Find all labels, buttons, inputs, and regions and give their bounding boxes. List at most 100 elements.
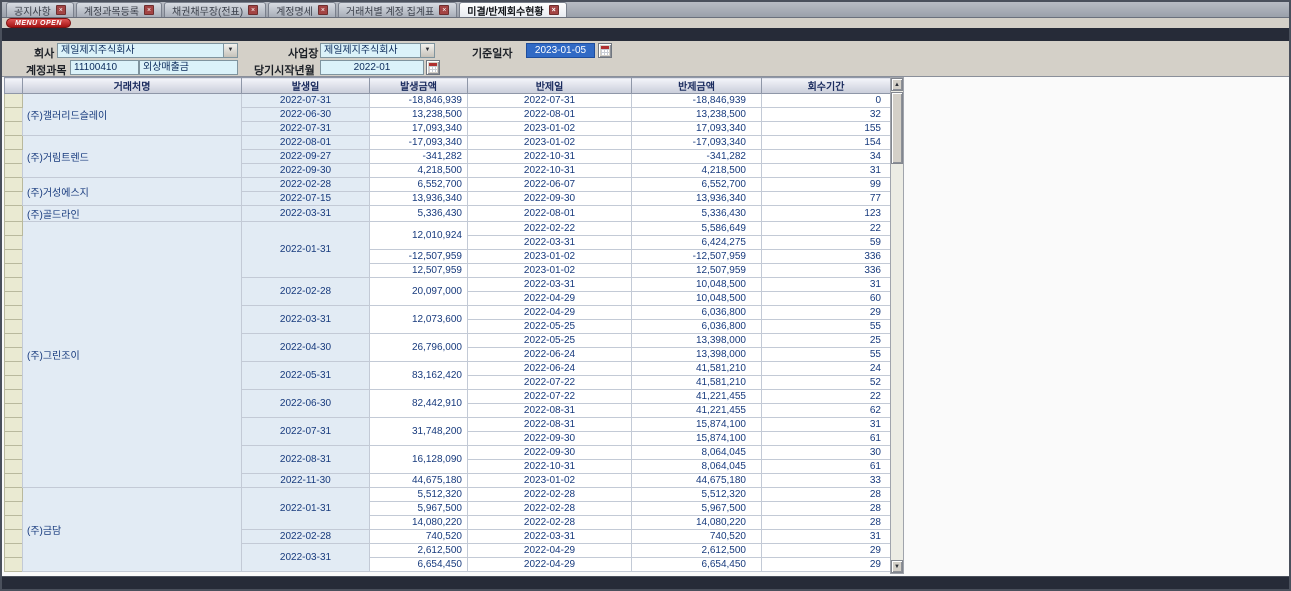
cell-issue-amount[interactable]: -341,282 <box>370 150 468 164</box>
cell-issue-amount[interactable]: 5,967,500 <box>370 502 468 516</box>
cell-collection-period[interactable]: 62 <box>762 404 891 418</box>
cell-settle-amount[interactable]: 13,238,500 <box>632 108 762 122</box>
cell-collection-period[interactable]: 336 <box>762 264 891 278</box>
cell-customer[interactable]: (주)거성에스지 <box>23 178 242 206</box>
cell-collection-period[interactable]: 22 <box>762 390 891 404</box>
cell-settle-date[interactable]: 2022-10-31 <box>468 460 632 474</box>
cell-settle-date[interactable]: 2023-01-02 <box>468 250 632 264</box>
row-selector[interactable] <box>5 306 23 320</box>
cell-customer[interactable]: (주)거림트렌드 <box>23 136 242 178</box>
cell-settle-amount[interactable]: 4,218,500 <box>632 164 762 178</box>
cell-settle-amount[interactable]: 41,221,455 <box>632 390 762 404</box>
cell-issue-amount[interactable]: 14,080,220 <box>370 516 468 530</box>
row-selector[interactable] <box>5 362 23 376</box>
row-selector[interactable] <box>5 446 23 460</box>
base-date-input[interactable]: 2023-01-05 <box>526 43 595 58</box>
cell-collection-period[interactable]: 55 <box>762 320 891 334</box>
cell-settle-amount[interactable]: 15,874,100 <box>632 418 762 432</box>
cell-settle-date[interactable]: 2022-02-28 <box>468 488 632 502</box>
cell-issue-amount[interactable]: 82,442,910 <box>370 390 468 418</box>
cell-settle-date[interactable]: 2022-08-01 <box>468 108 632 122</box>
cell-collection-period[interactable]: 29 <box>762 558 891 572</box>
cell-issue-amount[interactable]: -18,846,939 <box>370 94 468 108</box>
cell-customer[interactable]: (주)갤러리드슬레이 <box>23 94 242 136</box>
cell-issue-amount[interactable]: -17,093,340 <box>370 136 468 150</box>
column-header[interactable]: 반제일 <box>468 78 632 94</box>
cell-settle-date[interactable]: 2022-10-31 <box>468 164 632 178</box>
row-selector[interactable] <box>5 206 23 222</box>
cell-settle-amount[interactable]: -17,093,340 <box>632 136 762 150</box>
cell-collection-period[interactable]: 61 <box>762 432 891 446</box>
row-selector[interactable] <box>5 222 23 236</box>
cell-collection-period[interactable]: 22 <box>762 222 891 236</box>
cell-settle-amount[interactable]: 6,424,275 <box>632 236 762 250</box>
cell-issue-amount[interactable]: -12,507,959 <box>370 250 468 264</box>
cell-collection-period[interactable]: 31 <box>762 418 891 432</box>
cell-issue-date[interactable]: 2022-07-31 <box>242 94 370 108</box>
cell-collection-period[interactable]: 60 <box>762 292 891 306</box>
row-selector[interactable] <box>5 516 23 530</box>
row-selector[interactable] <box>5 334 23 348</box>
cell-issue-amount[interactable]: 16,128,090 <box>370 446 468 474</box>
cell-issue-date[interactable]: 2022-05-31 <box>242 362 370 390</box>
column-header[interactable]: 발생금액 <box>370 78 468 94</box>
cell-issue-amount[interactable]: 6,654,450 <box>370 558 468 572</box>
row-selector[interactable] <box>5 474 23 488</box>
row-selector[interactable] <box>5 488 23 502</box>
tab-계정명세[interactable]: 계정명세× <box>268 2 336 17</box>
cell-collection-period[interactable]: 31 <box>762 164 891 178</box>
cell-settle-amount[interactable]: 5,336,430 <box>632 206 762 222</box>
tab-공지사항[interactable]: 공지사항× <box>6 2 74 17</box>
cell-settle-date[interactable]: 2023-01-02 <box>468 136 632 150</box>
cell-issue-date[interactable]: 2022-09-30 <box>242 164 370 178</box>
period-start-input[interactable]: 2022-01 <box>320 60 424 75</box>
cell-settle-date[interactable]: 2022-02-28 <box>468 502 632 516</box>
row-selector[interactable] <box>5 150 23 164</box>
vertical-scrollbar[interactable]: ▲ ▼ <box>890 77 904 574</box>
row-selector[interactable] <box>5 278 23 292</box>
cell-settle-date[interactable]: 2022-02-28 <box>468 516 632 530</box>
cell-settle-date[interactable]: 2022-08-31 <box>468 404 632 418</box>
cell-issue-date[interactable]: 2022-08-31 <box>242 446 370 474</box>
cell-settle-amount[interactable]: 17,093,340 <box>632 122 762 136</box>
cell-customer[interactable]: (주)그린조이 <box>23 222 242 488</box>
cell-settle-date[interactable]: 2022-08-31 <box>468 418 632 432</box>
cell-settle-date[interactable]: 2022-08-01 <box>468 206 632 222</box>
cell-collection-period[interactable]: 28 <box>762 516 891 530</box>
cell-issue-date[interactable]: 2022-06-30 <box>242 108 370 122</box>
row-selector[interactable] <box>5 418 23 432</box>
cell-settle-amount[interactable]: -341,282 <box>632 150 762 164</box>
corner-header-cell[interactable] <box>5 78 23 94</box>
cell-issue-amount[interactable]: 83,162,420 <box>370 362 468 390</box>
cell-collection-period[interactable]: 77 <box>762 192 891 206</box>
chevron-down-icon[interactable]: ▼ <box>223 44 237 57</box>
cell-settle-date[interactable]: 2022-04-29 <box>468 544 632 558</box>
scrollbar-thumb[interactable] <box>891 92 903 164</box>
row-selector[interactable] <box>5 164 23 178</box>
row-selector[interactable] <box>5 192 23 206</box>
tab-채권채무장(전표)[interactable]: 채권채무장(전표)× <box>164 2 266 17</box>
cell-settle-amount[interactable]: 12,507,959 <box>632 264 762 278</box>
cell-settle-date[interactable]: 2022-09-30 <box>468 446 632 460</box>
cell-collection-period[interactable]: 34 <box>762 150 891 164</box>
cell-issue-amount[interactable]: 17,093,340 <box>370 122 468 136</box>
cell-settle-amount[interactable]: -18,846,939 <box>632 94 762 108</box>
cell-collection-period[interactable]: 33 <box>762 474 891 488</box>
cell-settle-date[interactable]: 2022-03-31 <box>468 278 632 292</box>
cell-issue-amount[interactable]: 740,520 <box>370 530 468 544</box>
row-selector[interactable] <box>5 348 23 362</box>
cell-settle-date[interactable]: 2022-04-29 <box>468 306 632 320</box>
tab-close-icon[interactable]: × <box>439 5 449 15</box>
cell-issue-amount[interactable]: 31,748,200 <box>370 418 468 446</box>
cell-issue-amount[interactable]: 13,238,500 <box>370 108 468 122</box>
cell-settle-date[interactable]: 2023-01-02 <box>468 264 632 278</box>
scroll-down-icon[interactable]: ▼ <box>891 560 903 573</box>
workplace-select[interactable]: 제일제지주식회사 ▼ <box>320 43 435 58</box>
cell-issue-amount[interactable]: 5,512,320 <box>370 488 468 502</box>
cell-issue-date[interactable]: 2022-04-30 <box>242 334 370 362</box>
cell-issue-amount[interactable]: 6,552,700 <box>370 178 468 192</box>
cell-issue-amount[interactable]: 5,336,430 <box>370 206 468 222</box>
row-selector[interactable] <box>5 94 23 108</box>
cell-settle-date[interactable]: 2022-03-31 <box>468 530 632 544</box>
cell-settle-amount[interactable]: 5,512,320 <box>632 488 762 502</box>
